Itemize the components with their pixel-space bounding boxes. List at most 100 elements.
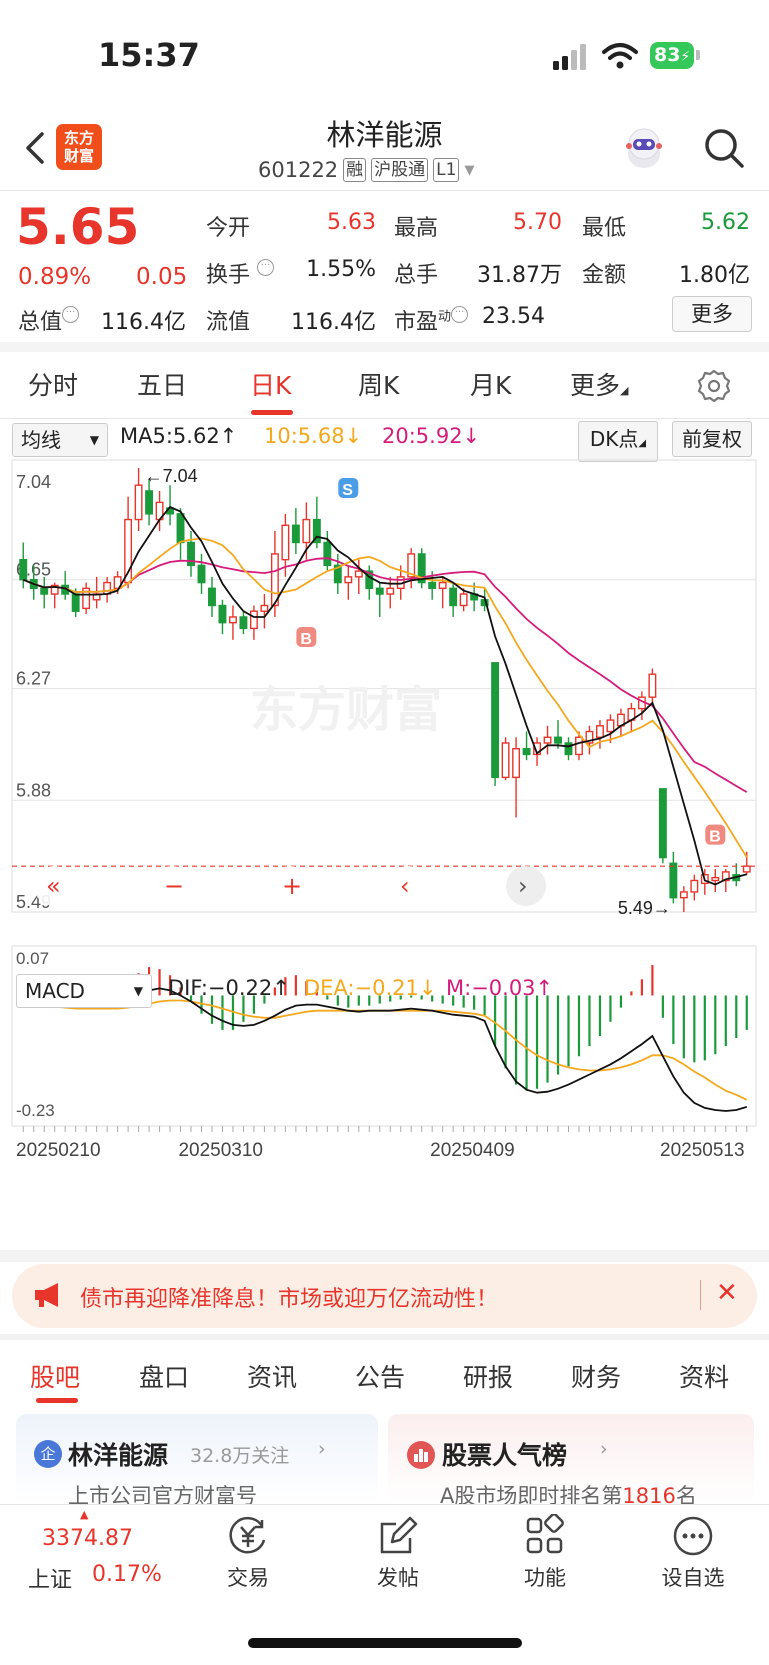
trade-yuan-icon[interactable] bbox=[226, 1514, 270, 1558]
nav-add-watchlist[interactable]: 设自选 bbox=[648, 1562, 738, 1592]
indicator-select[interactable]: 均线 ▼ bbox=[12, 423, 108, 457]
candle-body bbox=[658, 788, 667, 859]
search-icon[interactable] bbox=[702, 126, 746, 170]
index-value[interactable]: 3374.87 bbox=[42, 1526, 133, 1551]
tab-forum[interactable]: 股吧 bbox=[30, 1358, 80, 1394]
high-value: 5.70 bbox=[513, 210, 562, 235]
candle-body bbox=[501, 742, 510, 779]
info-dots-icon[interactable]: ··· bbox=[257, 259, 275, 276]
candle-body bbox=[543, 736, 552, 744]
tab-five-day[interactable]: 五日 bbox=[137, 366, 187, 402]
macd-tick-label: 0.07 bbox=[16, 949, 49, 968]
tab-monthly-k[interactable]: 月K bbox=[470, 366, 511, 402]
amount-label: 金额 bbox=[582, 263, 627, 288]
candle-body bbox=[669, 862, 678, 899]
assistant-robot-icon[interactable] bbox=[620, 124, 668, 172]
open-value: 5.63 bbox=[327, 210, 376, 235]
nav-post[interactable]: 发帖 bbox=[353, 1562, 443, 1592]
functions-grid-icon[interactable] bbox=[523, 1514, 567, 1558]
candle-body bbox=[711, 876, 720, 882]
section-gap bbox=[0, 1250, 769, 1262]
chevron-down-icon: ▼ bbox=[464, 162, 475, 178]
candle-body bbox=[606, 719, 615, 733]
connect-tag: 沪股通 bbox=[371, 158, 429, 182]
candle-body bbox=[323, 541, 332, 567]
chart-watermark: 东方财富 bbox=[250, 682, 442, 738]
macd-indicator-select[interactable]: MACD ▼ bbox=[16, 974, 152, 1008]
tab-financials[interactable]: 财务 bbox=[571, 1358, 621, 1394]
ma20-value: 20:5.92↓ bbox=[382, 424, 481, 448]
market-cap-label-text: 总值 bbox=[18, 310, 63, 335]
candle-body bbox=[575, 736, 583, 756]
candle-body bbox=[249, 610, 258, 630]
tab-more-label: 更多 bbox=[570, 371, 621, 400]
corner-arrow-icon: ◢ bbox=[638, 438, 647, 449]
company-account-name: 林洋能源 bbox=[68, 1441, 169, 1470]
open-label: 今开 bbox=[206, 216, 251, 241]
active-tab-underline bbox=[36, 1398, 78, 1403]
tab-research[interactable]: 研报 bbox=[463, 1358, 513, 1394]
stock-code-row[interactable]: 601222 融 沪股通 L1 ▼ bbox=[258, 158, 474, 182]
enterprise-badge-icon: 企 bbox=[34, 1440, 62, 1468]
settings-gear-icon[interactable] bbox=[696, 368, 732, 404]
battery-tip bbox=[696, 50, 700, 60]
index-change[interactable]: 0.17% bbox=[92, 1562, 162, 1587]
follower-count: 32.8万关注 bbox=[190, 1445, 290, 1467]
ranking-chart-icon bbox=[407, 1441, 435, 1469]
candle-body bbox=[648, 673, 657, 698]
tab-news[interactable]: 资讯 bbox=[247, 1358, 297, 1394]
tab-daily-k[interactable]: 日K bbox=[250, 366, 291, 402]
candle-body bbox=[428, 581, 437, 590]
cellular-signal-icon bbox=[553, 44, 586, 70]
tab-profile[interactable]: 资料 bbox=[679, 1358, 729, 1394]
price-tick-label: 7.04 bbox=[16, 472, 51, 492]
status-time: 15:37 bbox=[98, 36, 200, 74]
ma20-line bbox=[22, 557, 748, 793]
candle-body bbox=[145, 490, 154, 515]
banner-separator bbox=[700, 1280, 701, 1310]
post-edit-icon[interactable] bbox=[376, 1514, 420, 1558]
tab-more[interactable]: 更多◢ bbox=[570, 366, 628, 402]
chart-control-icon: ‹ bbox=[400, 872, 410, 900]
index-name[interactable]: 上证 bbox=[28, 1562, 72, 1594]
pe-label-text: 市盈 bbox=[394, 310, 439, 335]
tab-weekly-k[interactable]: 周K bbox=[358, 366, 399, 402]
tab-announcements[interactable]: 公告 bbox=[355, 1358, 405, 1394]
candle-body bbox=[742, 865, 751, 873]
candle-body bbox=[438, 581, 447, 590]
stock-code: 601222 bbox=[258, 158, 339, 182]
margin-tag: 融 bbox=[343, 158, 367, 182]
macd-m-value: M:−0.03↑ bbox=[446, 976, 554, 1000]
banner-close-icon[interactable]: ✕ bbox=[716, 1278, 738, 1308]
tab-order-book[interactable]: 盘口 bbox=[139, 1358, 189, 1394]
more-dots-icon[interactable] bbox=[671, 1514, 715, 1558]
candle-body bbox=[260, 604, 269, 612]
candle-body bbox=[554, 736, 562, 744]
candle-body bbox=[208, 587, 216, 607]
nav-trade[interactable]: 交易 bbox=[203, 1562, 293, 1592]
market-cap-value: 116.4亿 bbox=[101, 310, 186, 335]
turnover-label: 换手 ··· bbox=[206, 257, 275, 289]
candle-body bbox=[40, 587, 49, 595]
date-axis-label: 20250409 bbox=[430, 1140, 515, 1161]
candle-body bbox=[690, 879, 699, 893]
tab-intraday[interactable]: 分时 bbox=[28, 366, 78, 402]
candle-body bbox=[71, 593, 80, 612]
k-line-chart[interactable]: 7.046.656.275.885.49东方财富←7.045.49→SBB« − +… bbox=[0, 456, 769, 1196]
price-adjust-button[interactable]: 前复权 bbox=[672, 421, 752, 457]
macd-tick-label: -0.23 bbox=[16, 1101, 55, 1120]
nav-functions[interactable]: 功能 bbox=[500, 1562, 590, 1592]
market-cap-label: 总值 ··· bbox=[18, 304, 80, 336]
change-amount: 0.05 bbox=[136, 264, 188, 290]
candle-body bbox=[134, 484, 143, 521]
banner-text[interactable]: 债市再迎降准降息！市场或迎万亿流动性！ bbox=[80, 1281, 498, 1313]
popularity-rank-title: 股票人气榜 bbox=[442, 1441, 568, 1470]
candle-body bbox=[564, 742, 573, 756]
buy-signal-badge-text: B bbox=[709, 829, 721, 846]
candle-body bbox=[19, 558, 28, 581]
info-dots-icon[interactable]: ··· bbox=[451, 306, 469, 323]
section-gap bbox=[0, 1334, 769, 1340]
info-dots-icon[interactable]: ··· bbox=[62, 306, 80, 323]
turnover-value: 1.55% bbox=[306, 257, 376, 282]
more-quote-button[interactable]: 更多 bbox=[672, 296, 752, 332]
